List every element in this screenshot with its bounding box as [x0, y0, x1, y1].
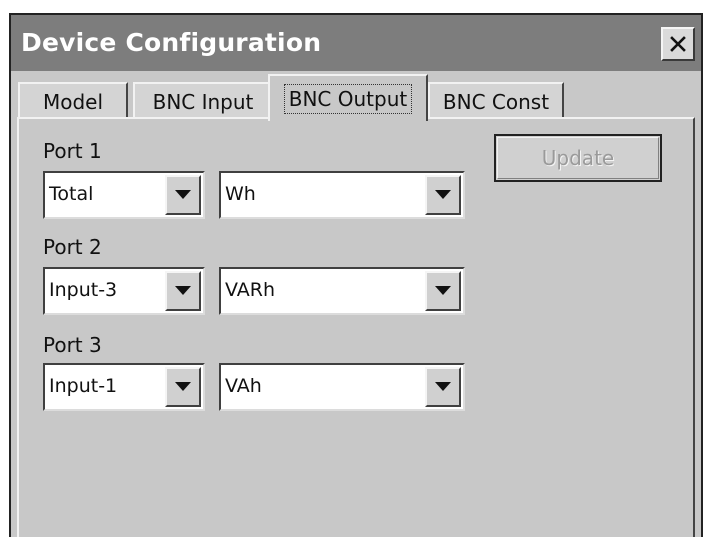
port-3-label: Port 3	[43, 333, 102, 357]
close-button[interactable]	[661, 27, 695, 61]
tab-bnc-input[interactable]: BNC Input	[133, 82, 273, 119]
device-configuration-window: Device Configuration Model BNC Input BNC…	[9, 13, 703, 537]
tab-label: Model	[42, 89, 104, 114]
port-2-unit-dropdown-button[interactable]	[425, 271, 461, 311]
port-1-unit-dropdown[interactable]: Wh	[219, 171, 465, 219]
port-3-unit-value: VAh	[225, 375, 262, 397]
port-1-source-dropdown-button[interactable]	[165, 175, 201, 215]
tab-model[interactable]: Model	[18, 82, 128, 119]
dropdown-arrow-icon	[175, 286, 191, 295]
port-1-source-dropdown[interactable]: Total	[43, 171, 205, 219]
port-3-source-dropdown[interactable]: Input-1	[43, 363, 205, 411]
port-1-label: Port 1	[43, 139, 102, 163]
port-2-source-dropdown-button[interactable]	[165, 271, 201, 311]
tab-bnc-const[interactable]: BNC Const	[428, 82, 564, 119]
dropdown-arrow-icon	[175, 382, 191, 391]
dropdown-arrow-icon	[435, 286, 451, 295]
port-2-unit-dropdown[interactable]: VARh	[219, 267, 465, 315]
tab-label: BNC Const	[442, 89, 550, 114]
port-2-source-dropdown[interactable]: Input-3	[43, 267, 205, 315]
dropdown-arrow-icon	[175, 190, 191, 199]
tab-strip: Model BNC Input BNC Output BNC Const	[11, 71, 701, 121]
update-button-label: Update	[541, 146, 615, 170]
update-button[interactable]: Update	[494, 134, 662, 182]
port-2-label: Port 2	[43, 235, 102, 259]
close-icon	[670, 36, 686, 52]
port-3-unit-dropdown[interactable]: VAh	[219, 363, 465, 411]
port-3-source-value: Input-1	[49, 375, 118, 397]
port-2-unit-value: VARh	[225, 279, 276, 301]
tab-bnc-output[interactable]: BNC Output	[268, 74, 428, 121]
port-3-unit-dropdown-button[interactable]	[425, 367, 461, 407]
tab-label: BNC Output	[283, 83, 413, 114]
port-2-source-value: Input-3	[49, 279, 118, 301]
dropdown-arrow-icon	[435, 190, 451, 199]
port-3-source-dropdown-button[interactable]	[165, 367, 201, 407]
port-1-unit-value: Wh	[225, 183, 256, 205]
port-1-source-value: Total	[49, 183, 94, 205]
bnc-output-panel: Update Port 1 Total Wh Port 2 Input-3 VA…	[17, 117, 695, 537]
tab-label: BNC Input	[152, 89, 254, 114]
title-bar: Device Configuration	[11, 15, 701, 71]
dropdown-arrow-icon	[435, 382, 451, 391]
window-title: Device Configuration	[21, 28, 322, 57]
port-1-unit-dropdown-button[interactable]	[425, 175, 461, 215]
